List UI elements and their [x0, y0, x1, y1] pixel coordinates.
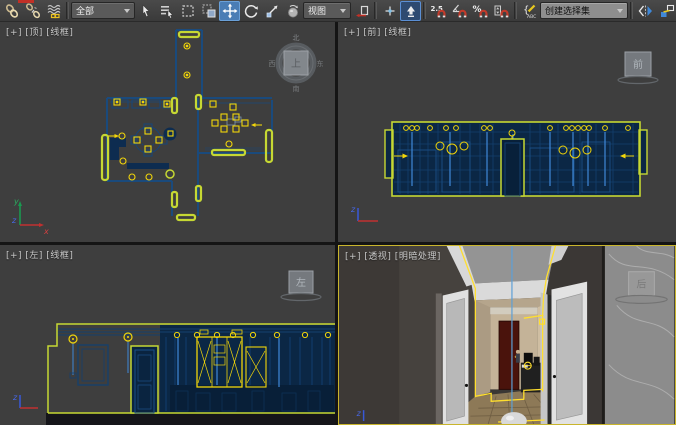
select-and-move-button[interactable]: [219, 1, 240, 21]
abc-label: ABC: [527, 14, 536, 19]
viewcube[interactable]: 上 北 东 南 西: [269, 34, 324, 93]
viewport-perspective[interactable]: [+] [透视] [明暗处理]: [338, 245, 676, 425]
viewcube-face-label: 上: [291, 58, 301, 70]
pivot-arrow-icon: [356, 6, 368, 17]
magnet-icon: [459, 10, 466, 17]
axis-z-label: z: [356, 409, 362, 418]
viewport-area: [+] [顶] [线框]: [0, 22, 676, 425]
select-and-link-icon[interactable]: [1, 1, 22, 21]
angle-snap-toggle-icon[interactable]: [449, 1, 470, 21]
dashed-rect-icon: [183, 6, 193, 16]
door: [131, 346, 158, 413]
list-cursor-icon: [161, 6, 173, 18]
corridor-scene: [340, 246, 674, 424]
bind-to-spacewarp-icon[interactable]: [43, 1, 64, 21]
sphere-icon: [288, 5, 298, 17]
viewport-front-label[interactable]: [+] [前] [线框]: [344, 25, 411, 38]
keyboard-shortcut-override-toggle[interactable]: [400, 1, 421, 21]
reference-coordinate-value: 视图: [308, 4, 326, 17]
select-and-place-button[interactable]: [282, 1, 303, 21]
use-pivot-center-icon[interactable]: [351, 1, 372, 21]
floor-plan-walls: [107, 30, 272, 216]
axis-z-label: z: [11, 216, 17, 225]
toolbar-separator: [374, 2, 377, 19]
selection-filter-value: 全部: [76, 4, 94, 17]
window-crossing-toggle-icon[interactable]: [198, 1, 219, 21]
viewport-perspective-label[interactable]: [+] [透视] [明暗处理]: [345, 249, 441, 262]
axis-tripod: z: [350, 205, 378, 221]
spinner-snap-toggle-icon[interactable]: [491, 1, 512, 21]
mirror-button[interactable]: [635, 1, 656, 21]
axis-tripod: z: [12, 393, 38, 408]
scale-arrow-icon: [267, 5, 278, 17]
viewport-front[interactable]: [+] [前] [线框]: [338, 22, 676, 242]
floor-plan-furniture: [110, 100, 262, 169]
compass-north-label[interactable]: 北: [293, 34, 300, 42]
named-selection-set-dropdown[interactable]: 创建选择集: [540, 2, 628, 19]
viewport-left-label[interactable]: [+] [左] [线框]: [6, 248, 73, 261]
picture-frame: [78, 345, 108, 385]
selection-filter-dropdown[interactable]: 全部: [71, 2, 135, 19]
chain-icon: [5, 3, 18, 17]
edit-named-selection-sets-icon[interactable]: { ABC: [519, 1, 540, 21]
select-and-rotate-button[interactable]: [240, 1, 261, 21]
broken-chain-icon: [25, 3, 40, 18]
mirror-arrows-icon: [639, 5, 652, 16]
axis-z-label: z: [350, 205, 356, 214]
rectangular-selection-region-icon[interactable]: [177, 1, 198, 21]
up-arrow-icon: [407, 6, 415, 17]
chevron-down-icon: [124, 9, 130, 16]
unlink-selection-icon[interactable]: [22, 1, 43, 21]
chevron-down-icon: [340, 9, 346, 16]
titlebar-fragment: [18, 0, 34, 3]
toolbar-separator: [630, 2, 633, 19]
viewcube[interactable]: 左: [281, 271, 321, 301]
viewport-left[interactable]: [+] [左] [线框]: [0, 245, 335, 425]
viewport-top[interactable]: [+] [顶] [线框]: [0, 22, 335, 242]
toolbar-separator: [66, 2, 69, 19]
align-button[interactable]: [656, 1, 676, 21]
snap-toggle-25-icon[interactable]: 2.5: [428, 1, 449, 21]
axis-z-label: z: [12, 393, 18, 402]
select-and-manipulate-icon[interactable]: [379, 1, 400, 21]
rotate-circle-icon: [245, 5, 257, 16]
viewport-top-label[interactable]: [+] [顶] [线框]: [6, 25, 73, 38]
chevron-down-icon: [617, 9, 623, 16]
manipulate-cross-icon: [385, 6, 394, 15]
spinner-icon: [495, 6, 501, 15]
toolbar-separator: [423, 2, 426, 19]
angle-icon: [453, 5, 460, 12]
magnet-icon: [501, 10, 508, 17]
light-icons: [108, 43, 262, 180]
compass-east-label[interactable]: 东: [317, 59, 324, 68]
select-and-scale-button[interactable]: [261, 1, 282, 21]
magnet-icon: [480, 10, 487, 17]
center-door: [501, 130, 524, 196]
move-cross-icon: [222, 3, 237, 18]
viewcube-face-label: 左: [296, 276, 306, 289]
main-toolbar: 全部: [0, 0, 676, 22]
axis-x-label: x: [43, 227, 49, 236]
cursor-arrow-icon: [143, 5, 149, 17]
viewcube[interactable]: 前: [618, 52, 658, 84]
world-axis-tripod: y x z: [11, 197, 49, 236]
reference-coordinate-dropdown[interactable]: 视图: [303, 2, 351, 19]
axis-y-label: y: [13, 197, 19, 206]
viewcube-face-label: 后: [637, 279, 647, 291]
overlap-squares-icon: [203, 5, 215, 17]
select-object-icon[interactable]: [135, 1, 156, 21]
waves-icon: [48, 5, 60, 17]
compass-west-label[interactable]: 西: [269, 60, 276, 68]
named-selection-set-value: 创建选择集: [545, 4, 590, 17]
toolbar-separator: [514, 2, 517, 19]
magnet-icon: [438, 10, 445, 17]
compass-south-label[interactable]: 南: [293, 84, 300, 93]
viewcube-face-label: 前: [633, 58, 643, 71]
align-icon: [661, 5, 674, 17]
elevation-body: [46, 324, 335, 425]
select-by-name-icon[interactable]: [156, 1, 177, 21]
percent-snap-toggle-icon[interactable]: %: [470, 1, 491, 21]
